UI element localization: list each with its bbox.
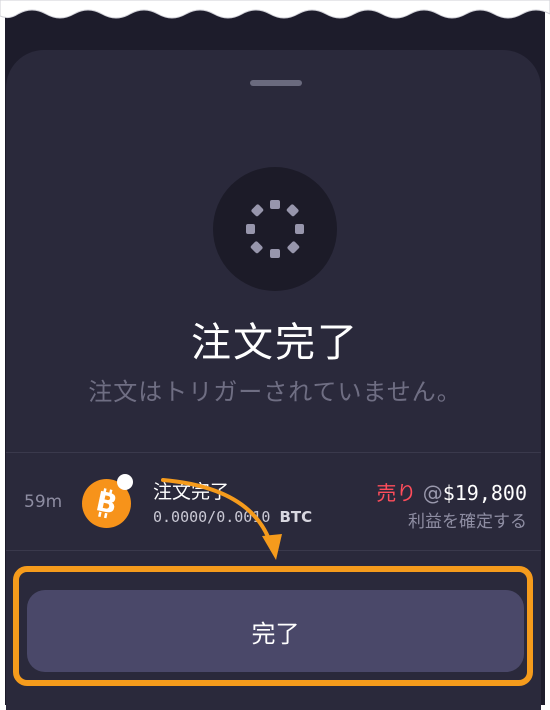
order-row[interactable]: 59m B 注文完了 0.0000/0.0010 BTC 売り @$19,800… <box>6 455 541 550</box>
divider <box>6 550 541 551</box>
order-name: 注文完了 <box>153 481 230 503</box>
quantity-unit: BTC <box>279 508 313 526</box>
sheet-drag-handle[interactable] <box>250 80 302 86</box>
torn-edge-decoration <box>0 0 550 19</box>
quantity-value: 0.0000/0.0010 <box>153 508 271 526</box>
order-age: 59m <box>24 492 63 512</box>
modal-title: 注文完了 <box>191 320 359 366</box>
order-price: $19,800 <box>442 481 527 505</box>
modal-subtitle: 注文はトリガーされていません。 <box>88 378 462 406</box>
at-sign: @ <box>422 481 443 505</box>
order-type: 利益を確定する <box>408 512 527 532</box>
order-side-price: 売り @$19,800 <box>376 477 527 506</box>
status-circle <box>213 167 337 291</box>
pending-spinner-icon <box>246 200 304 258</box>
order-quantity: 0.0000/0.0010 BTC <box>153 508 312 526</box>
status-dot <box>117 474 133 490</box>
done-button[interactable]: 完了 <box>27 590 524 672</box>
order-side: 売り <box>376 481 417 505</box>
divider <box>6 452 541 453</box>
